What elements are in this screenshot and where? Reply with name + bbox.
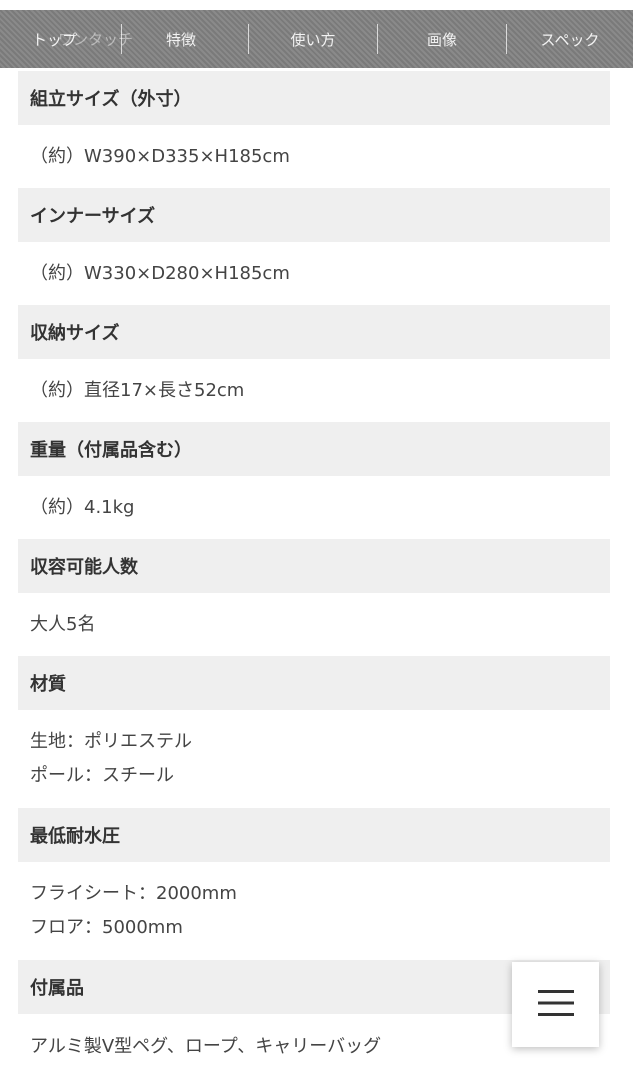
spec-value-line: （約）直径17×長さ52cm <box>30 379 245 401</box>
spec-value-capacity: 大人5名 <box>18 593 610 656</box>
nav-item-images[interactable]: 画像 <box>378 10 506 68</box>
spec-value-line: 生地：ポリエステル <box>30 731 192 752</box>
spec-value-line: フライシート：2000mm <box>30 883 237 904</box>
spec-label-storage-size: 収納サイズ <box>18 305 610 359</box>
spec-value-inner-size: （約）W330×D280×H185cm <box>18 242 610 305</box>
spec-value-line: （約）4.1kg <box>30 496 135 518</box>
top-cropped-area <box>0 0 633 10</box>
spec-value-line: （約）W390×D335×H185cm <box>30 145 290 167</box>
nav-label-images: 画像 <box>426 30 457 49</box>
spec-value-storage-size: （約）直径17×長さ52cm <box>18 359 610 422</box>
page: トップ ワンタッチ 特徴 使い方 画像 スペック 組立サイズ（外寸） （約）W3… <box>0 0 633 1080</box>
spec-label-material: 材質 <box>18 656 610 710</box>
spec-value-line: （約）W330×D280×H185cm <box>30 262 290 284</box>
spec-label-water-pressure: 最低耐水圧 <box>18 808 610 862</box>
nav-label-specs: スペック <box>540 30 600 49</box>
spec-value-material: 生地：ポリエステル ポール：スチール <box>18 710 610 808</box>
spec-value-weight: （約）4.1kg <box>18 476 610 539</box>
nav-label-features: 特徴 <box>166 30 197 49</box>
spec-label-weight: 重量（付属品含む） <box>18 422 610 476</box>
spec-table: 組立サイズ（外寸） （約）W390×D335×H185cm インナーサイズ （約… <box>18 71 610 1080</box>
spec-value-line: ポール：スチール <box>30 765 174 786</box>
nav-item-top[interactable]: トップ ワンタッチ <box>0 10 133 68</box>
spec-label-capacity: 収容可能人数 <box>18 539 610 593</box>
menu-button[interactable] <box>512 962 599 1047</box>
nav-item-specs[interactable]: スペック <box>507 10 633 68</box>
spec-label-inner-size: インナーサイズ <box>18 188 610 242</box>
spec-value-line: 大人5名 <box>30 613 96 635</box>
hamburger-menu-icon-svg <box>537 990 574 1016</box>
top-navigation: トップ ワンタッチ 特徴 使い方 画像 スペック <box>0 10 633 68</box>
nav-item-features[interactable]: 特徴 <box>122 10 248 68</box>
spec-value-assembled-size: （約）W390×D335×H185cm <box>18 125 610 188</box>
nav-item-usage[interactable]: 使い方 <box>249 10 377 68</box>
hamburger-menu-icon <box>537 988 574 1021</box>
nav-label-usage: 使い方 <box>290 30 336 49</box>
spec-value-line: フロア：5000mm <box>30 917 183 938</box>
spec-value-water-pressure: フライシート：2000mm フロア：5000mm <box>18 862 610 960</box>
spec-label-assembled-size: 組立サイズ（外寸） <box>18 71 610 125</box>
